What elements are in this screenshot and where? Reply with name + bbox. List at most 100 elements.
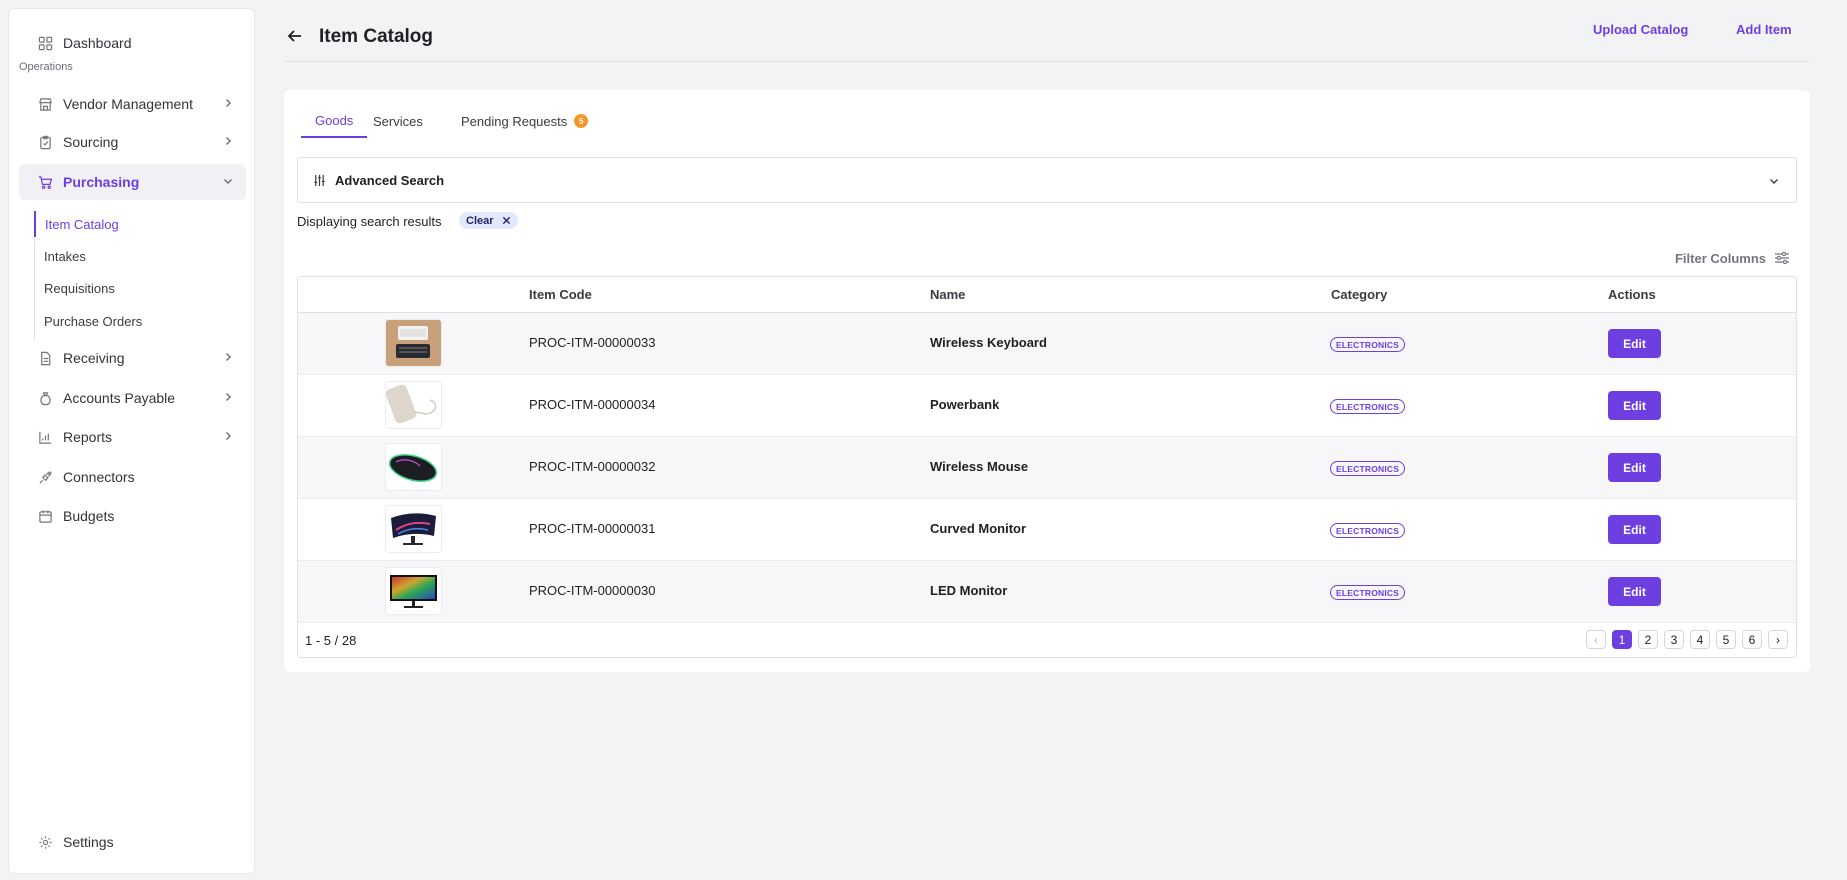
advanced-search-toggle[interactable]: Advanced Search: [297, 157, 1797, 203]
table-row[interactable]: PROC-ITM-00000033 Wireless Keyboard ELEC…: [298, 313, 1796, 375]
led-monitor-thumbnail: [386, 568, 441, 614]
category-badge: ELECTRONICS: [1330, 461, 1406, 476]
subnav-item-requisitions[interactable]: Requisitions: [35, 275, 225, 301]
keyboard-thumbnail: [386, 320, 441, 366]
sidebar-section-label: Operations: [19, 61, 73, 73]
sidebar-item-accounts-payable[interactable]: Accounts Payable: [19, 380, 246, 416]
pagination-range: 1 - 5 / 28: [305, 633, 357, 648]
pagination-page-6[interactable]: 6: [1742, 630, 1762, 649]
table-row[interactable]: PROC-ITM-00000034 Powerbank ELECTRONICS …: [298, 375, 1796, 437]
sidebar-item-connectors[interactable]: Connectors: [19, 459, 246, 495]
edit-button[interactable]: Edit: [1608, 329, 1661, 358]
pending-count-badge: 5: [574, 114, 589, 128]
sidebar-item-label: Dashboard: [63, 35, 132, 51]
chevron-right-icon: [226, 353, 231, 361]
edit-button[interactable]: Edit: [1608, 453, 1661, 482]
item-name: Wireless Mouse: [930, 459, 1029, 474]
close-icon: [502, 216, 510, 225]
column-header-item-code[interactable]: Item Code: [529, 287, 592, 302]
filter-columns-button[interactable]: Filter Columns: [1675, 250, 1790, 266]
chevron-right-icon: [226, 432, 231, 440]
sidebar-item-label: Reports: [63, 429, 113, 445]
item-name: Curved Monitor: [930, 521, 1027, 536]
sidebar-item-label: Budgets: [63, 508, 115, 524]
item-code: PROC-ITM-00000030: [529, 583, 656, 598]
curved-monitor-thumbnail: [386, 506, 441, 552]
pagination-prev[interactable]: ‹: [1586, 630, 1606, 649]
tab-pending-requests[interactable]: Pending Requests 5: [461, 104, 589, 138]
table-footer: 1 - 5 / 28 ‹ 1 2 3 4 5 6 ›: [298, 622, 1796, 657]
pagination-page-5[interactable]: 5: [1716, 630, 1736, 649]
table-row[interactable]: PROC-ITM-00000032 Wireless Mouse ELECTRO…: [298, 437, 1796, 499]
chevron-right-icon: [226, 393, 231, 401]
pagination-page-2[interactable]: 2: [1638, 630, 1658, 649]
sidebar-item-receiving[interactable]: Receiving: [19, 340, 246, 376]
sidebar-item-purchasing[interactable]: Purchasing: [19, 164, 246, 200]
plug-icon: [37, 469, 53, 485]
tab-label: Pending Requests: [461, 113, 568, 129]
filter-columns-label: Filter Columns: [1674, 250, 1766, 266]
item-name: Wireless Keyboard: [930, 335, 1047, 350]
chevron-down-icon: [1770, 179, 1778, 184]
tab-services[interactable]: Services: [373, 104, 423, 138]
table-row[interactable]: PROC-ITM-00000031 Curved Monitor ELECTRO…: [298, 499, 1796, 561]
sidebar: Dashboard Operations Vendor Management S…: [8, 8, 255, 874]
dashboard-icon: [37, 35, 53, 51]
powerbank-thumbnail: [386, 382, 441, 428]
sidebar-item-label: Purchasing: [63, 174, 140, 190]
sidebar-item-vendor-management[interactable]: Vendor Management: [19, 86, 246, 122]
chevron-right-icon: [226, 137, 231, 145]
column-header-name[interactable]: Name: [930, 287, 965, 302]
subnav-item-catalog[interactable]: Item Catalog: [34, 211, 224, 237]
edit-button[interactable]: Edit: [1608, 391, 1661, 420]
chart-icon: [37, 429, 53, 445]
calendar-icon: [37, 508, 53, 524]
upload-catalog-button[interactable]: Upload Catalog: [1593, 22, 1688, 37]
sidebar-item-label: Sourcing: [63, 134, 119, 150]
item-name: Powerbank: [930, 397, 1000, 412]
pagination-page-1[interactable]: 1: [1612, 630, 1632, 649]
clear-label: Clear: [466, 214, 494, 227]
pagination-page-4[interactable]: 4: [1690, 630, 1710, 649]
sidebar-item-settings[interactable]: Settings: [19, 824, 246, 860]
sidebar-item-sourcing[interactable]: Sourcing: [19, 124, 246, 160]
store-icon: [37, 96, 53, 112]
item-code: PROC-ITM-00000034: [529, 397, 656, 412]
sidebar-item-reports[interactable]: Reports: [19, 419, 246, 455]
subnav-item-purchase-orders[interactable]: Purchase Orders: [35, 308, 225, 334]
results-status-text: Displaying search results: [297, 214, 442, 229]
item-code: PROC-ITM-00000031: [529, 521, 656, 536]
gear-icon: [37, 834, 53, 850]
edit-button[interactable]: Edit: [1608, 577, 1661, 606]
page-title: Item Catalog: [319, 26, 434, 47]
sidebar-item-dashboard[interactable]: Dashboard: [19, 25, 246, 61]
chevron-down-icon: [224, 179, 232, 184]
table-row[interactable]: PROC-ITM-00000030 LED Monitor ELECTRONIC…: [298, 561, 1796, 623]
tab-goods[interactable]: Goods: [301, 104, 368, 138]
category-badge: ELECTRONICS: [1330, 523, 1406, 538]
category-badge: ELECTRONICS: [1330, 337, 1406, 352]
add-item-button[interactable]: Add Item: [1736, 22, 1792, 37]
mouse-thumbnail: [386, 444, 441, 490]
item-code: PROC-ITM-00000032: [529, 459, 656, 474]
advanced-search-label: Advanced Search: [335, 172, 445, 188]
pagination-next[interactable]: ›: [1768, 630, 1788, 649]
edit-button[interactable]: Edit: [1608, 515, 1661, 544]
chevron-right-icon: [226, 99, 231, 107]
sidebar-item-budgets[interactable]: Budgets: [19, 498, 246, 534]
table-header: Item Code Name Category Actions: [298, 277, 1796, 313]
clear-search-chip[interactable]: Clear: [459, 212, 518, 229]
pagination: ‹ 1 2 3 4 5 6 ›: [1586, 630, 1788, 649]
sidebar-item-label: Vendor Management: [63, 96, 193, 112]
pagination-page-3[interactable]: 3: [1664, 630, 1684, 649]
items-table: Item Code Name Category Actions PROC-ITM…: [297, 276, 1797, 658]
category-badge: ELECTRONICS: [1330, 585, 1406, 600]
catalog-panel: Goods Services Pending Requests 5 Advanc…: [284, 90, 1810, 672]
category-badge: ELECTRONICS: [1330, 399, 1406, 414]
subnav-item-intakes[interactable]: Intakes: [35, 243, 225, 269]
column-header-category[interactable]: Category: [1331, 287, 1387, 302]
sidebar-item-label: Settings: [63, 834, 114, 850]
item-code: PROC-ITM-00000033: [529, 335, 656, 350]
item-name: LED Monitor: [930, 583, 1008, 598]
arrow-left-icon[interactable]: [285, 26, 305, 46]
